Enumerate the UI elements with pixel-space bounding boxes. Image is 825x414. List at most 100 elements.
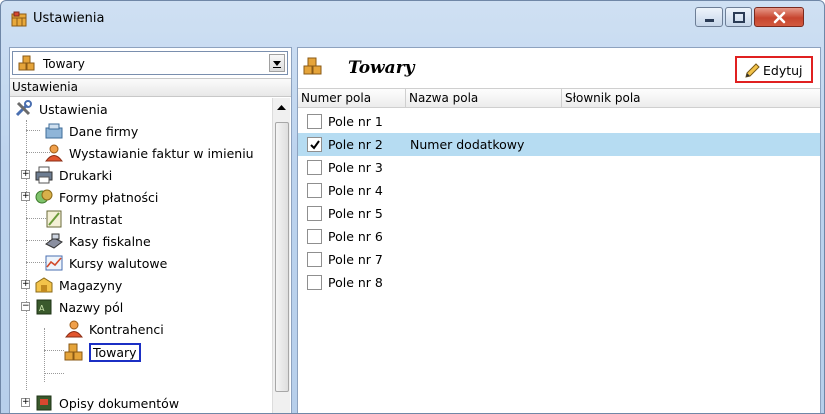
tree-connector [26,120,27,390]
scroll-up-icon[interactable] [274,100,289,116]
row-checkbox[interactable] [307,114,322,129]
combo-value: Towary [43,57,85,71]
field-number: Pole nr 4 [328,183,383,198]
tree-item-ustawienia[interactable]: Ustawienia [14,98,108,120]
tree-item-label: Intrastat [69,211,123,227]
printer-icon [35,166,53,184]
minimize-button[interactable] [695,7,723,27]
table-row[interactable]: Pole nr 1 [298,110,820,133]
app-icon [11,11,27,27]
row-checkbox[interactable] [307,206,322,221]
tree-item-label: Kasy fiskalne [69,233,151,249]
settings-window: Ustawienia Towary Ustawienia Ustawienia … [0,0,825,414]
scrollbar-thumb[interactable] [275,122,289,392]
row-checkbox[interactable] [307,183,322,198]
tree-item-drukarki[interactable]: Drukarki [34,164,112,186]
tree-item-label: Kontrahenci [89,321,164,337]
tree-item-label: Drukarki [59,167,113,183]
row-checkbox[interactable] [307,160,322,175]
tree-item-formy-platnosci[interactable]: Formy płatności [34,186,158,208]
minimize-icon [705,19,714,22]
fields-pane: Towary Edytuj Numer pola Nazwa pola Słow… [297,47,821,413]
maximize-button[interactable] [725,7,752,27]
tree-item-label: Wystawianie faktur w imieniu [69,145,254,161]
tools-icon [15,100,32,117]
exchange-rate-icon [45,255,63,271]
field-number: Pole nr 2 [328,137,383,152]
row-checkbox[interactable] [307,137,322,152]
tree-item-kontrahenci[interactable]: Kontrahenci [64,318,164,340]
maximize-icon [733,12,745,23]
tree-item-label: Kursy walutowe [69,255,168,271]
company-data-icon [45,123,63,139]
person-icon [45,144,63,162]
tree-item-label: Formy płatności [59,189,159,205]
close-icon [773,11,786,24]
tree-connector [26,130,40,131]
tree-connector [44,373,64,374]
tree-item-kasy-fiskalne[interactable]: Kasy fiskalne [44,230,151,252]
tree-item-towary[interactable]: Towary [64,341,141,363]
field-number: Pole nr 1 [328,114,383,129]
column-header-nazwa[interactable]: Nazwa pola [406,89,562,108]
field-number: Pole nr 6 [328,229,383,244]
expand-icon[interactable]: + [21,398,30,407]
edit-button[interactable]: Edytuj [735,56,813,83]
combo-dropdown-button[interactable] [269,54,285,72]
tree-item-kursy-walutowe[interactable]: Kursy walutowe [44,252,167,274]
tree-item-dane-firmy[interactable]: Dane firmy [44,120,138,142]
row-checkbox[interactable] [307,275,322,290]
tree-header: Ustawienia [10,78,291,97]
expand-icon[interactable]: + [21,280,30,289]
table-row[interactable]: Pole nr 4 [298,179,820,202]
table-row[interactable]: Pole nr 6 [298,225,820,248]
table-row[interactable]: Pole nr 2 Numer dodatkowy [298,133,820,156]
tree-scrollbar[interactable] [272,98,290,413]
tree-connector [44,350,64,351]
document-icon [36,395,52,411]
table-row[interactable]: Pole nr 7 [298,248,820,271]
column-header-numer[interactable]: Numer pola [298,89,406,108]
goods-icon [303,57,322,75]
expand-icon[interactable]: + [21,170,30,179]
tree-item-label: Nazwy pól [59,299,124,315]
table-row[interactable]: Pole nr 5 [298,202,820,225]
payment-icon [35,189,53,204]
collapse-icon[interactable]: − [21,302,30,311]
goods-icon [64,343,83,361]
title-bar[interactable]: Ustawienia [1,1,824,37]
row-checkbox[interactable] [307,252,322,267]
pencil-icon [745,63,760,78]
svg-text:A: A [39,304,45,313]
edit-button-label: Edytuj [763,63,803,78]
warehouse-icon [35,277,53,293]
table-header: Numer pola Nazwa pola Słownik pola [298,88,820,108]
tree-item-opisy-dokumentow[interactable]: Opisy dokumentów [34,392,180,413]
tree-item-label: Opisy dokumentów [59,395,180,411]
expand-icon[interactable]: + [21,192,30,201]
checkmark-icon [310,140,320,150]
tree-item-label: Towary [89,342,141,362]
field-number: Pole nr 8 [328,275,383,290]
person-icon [65,320,83,338]
tree-item-nazwy-pol[interactable]: A Nazwy pól [34,296,123,318]
field-number: Pole nr 7 [328,252,383,267]
field-number: Pole nr 5 [328,206,383,221]
category-combo[interactable]: Towary [12,51,288,75]
page-title: Towary [348,58,415,78]
intrastat-icon [46,210,62,228]
tree-item-intrastat[interactable]: Intrastat [44,208,122,230]
table-row[interactable]: Pole nr 3 [298,156,820,179]
column-header-slownik[interactable]: Słownik pola [562,89,820,108]
tree-item-magazyny[interactable]: Magazyny [34,274,122,296]
row-checkbox[interactable] [307,229,322,244]
settings-tree-pane: Towary Ustawienia Ustawienia Dane firmy … [9,47,292,413]
tree-item-label: Ustawienia [39,101,108,117]
settings-tree[interactable]: Ustawienia Dane firmy Wystawianie faktur… [10,98,272,413]
tree-item-wystawianie-faktur[interactable]: Wystawianie faktur w imieniu [44,142,254,164]
table-row[interactable]: Pole nr 8 [298,271,820,294]
close-button[interactable] [754,7,804,27]
tree-item-label: Dane firmy [69,123,139,139]
field-names-icon: A [36,299,52,315]
tree-item-label: Magazyny [59,277,123,293]
